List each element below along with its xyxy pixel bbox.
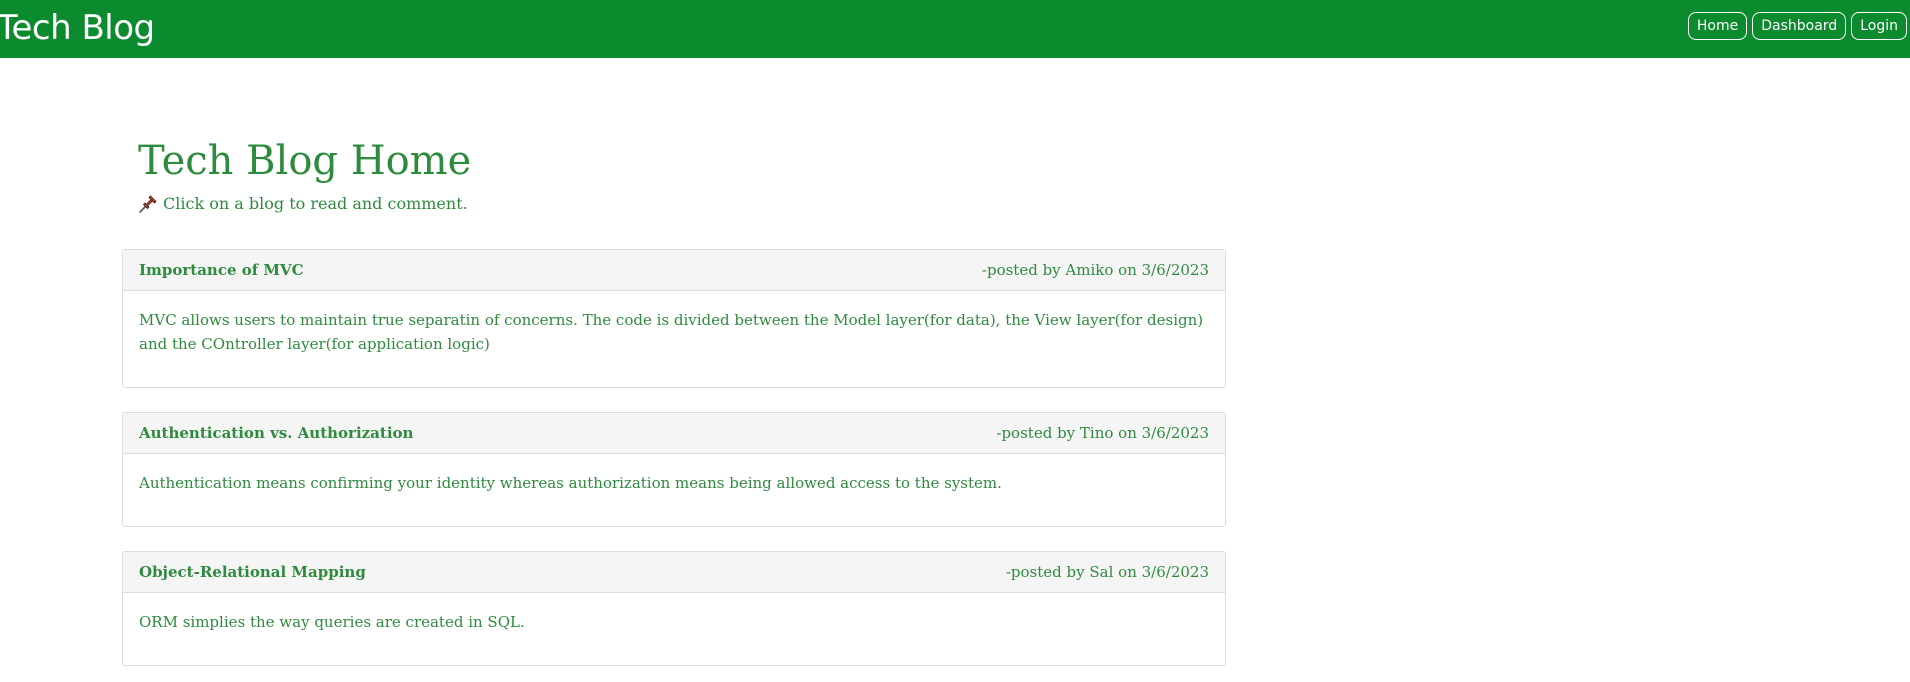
page-title: Tech Blog Home <box>138 138 472 184</box>
subtitle-text: Click on a blog to read and comment. <box>163 194 468 213</box>
post-body: Authentication means confirming your ide… <box>139 474 1002 492</box>
post-meta: -posted by Tino on 3/6/2023 <box>996 424 1209 442</box>
post-card[interactable]: Authentication vs. Authorization -posted… <box>122 412 1226 527</box>
dashboard-button[interactable]: Dashboard <box>1752 12 1847 40</box>
post-title-link[interactable]: Object-Relational Mapping <box>139 563 366 581</box>
post-header: Authentication vs. Authorization -posted… <box>123 413 1225 454</box>
post-meta: -posted by Sal on 3/6/2023 <box>1005 563 1209 581</box>
post-title-link[interactable]: Importance of MVC <box>139 261 304 279</box>
home-button[interactable]: Home <box>1687 12 1748 40</box>
post-body: MVC allows users to maintain true separa… <box>139 311 1204 353</box>
nav-buttons: Home Dashboard Login <box>1687 12 1907 40</box>
post-header: Object-Relational Mapping -posted by Sal… <box>123 552 1225 593</box>
page-subtitle: Click on a blog to read and comment. <box>138 193 468 215</box>
pushpin-icon <box>138 194 158 214</box>
post-meta: -posted by Amiko on 3/6/2023 <box>981 261 1209 279</box>
post-title-link[interactable]: Authentication vs. Authorization <box>139 424 413 442</box>
login-button[interactable]: Login <box>1851 12 1907 40</box>
post-body: ORM simplies the way queries are created… <box>139 613 525 631</box>
brand-link[interactable]: Tech Blog <box>0 6 155 50</box>
navbar: Tech Blog Home Dashboard Login <box>0 0 1910 58</box>
post-card[interactable]: Object-Relational Mapping -posted by Sal… <box>122 551 1226 666</box>
post-list: Importance of MVC -posted by Amiko on 3/… <box>122 249 1226 682</box>
post-header: Importance of MVC -posted by Amiko on 3/… <box>123 250 1225 291</box>
post-card[interactable]: Importance of MVC -posted by Amiko on 3/… <box>122 249 1226 388</box>
